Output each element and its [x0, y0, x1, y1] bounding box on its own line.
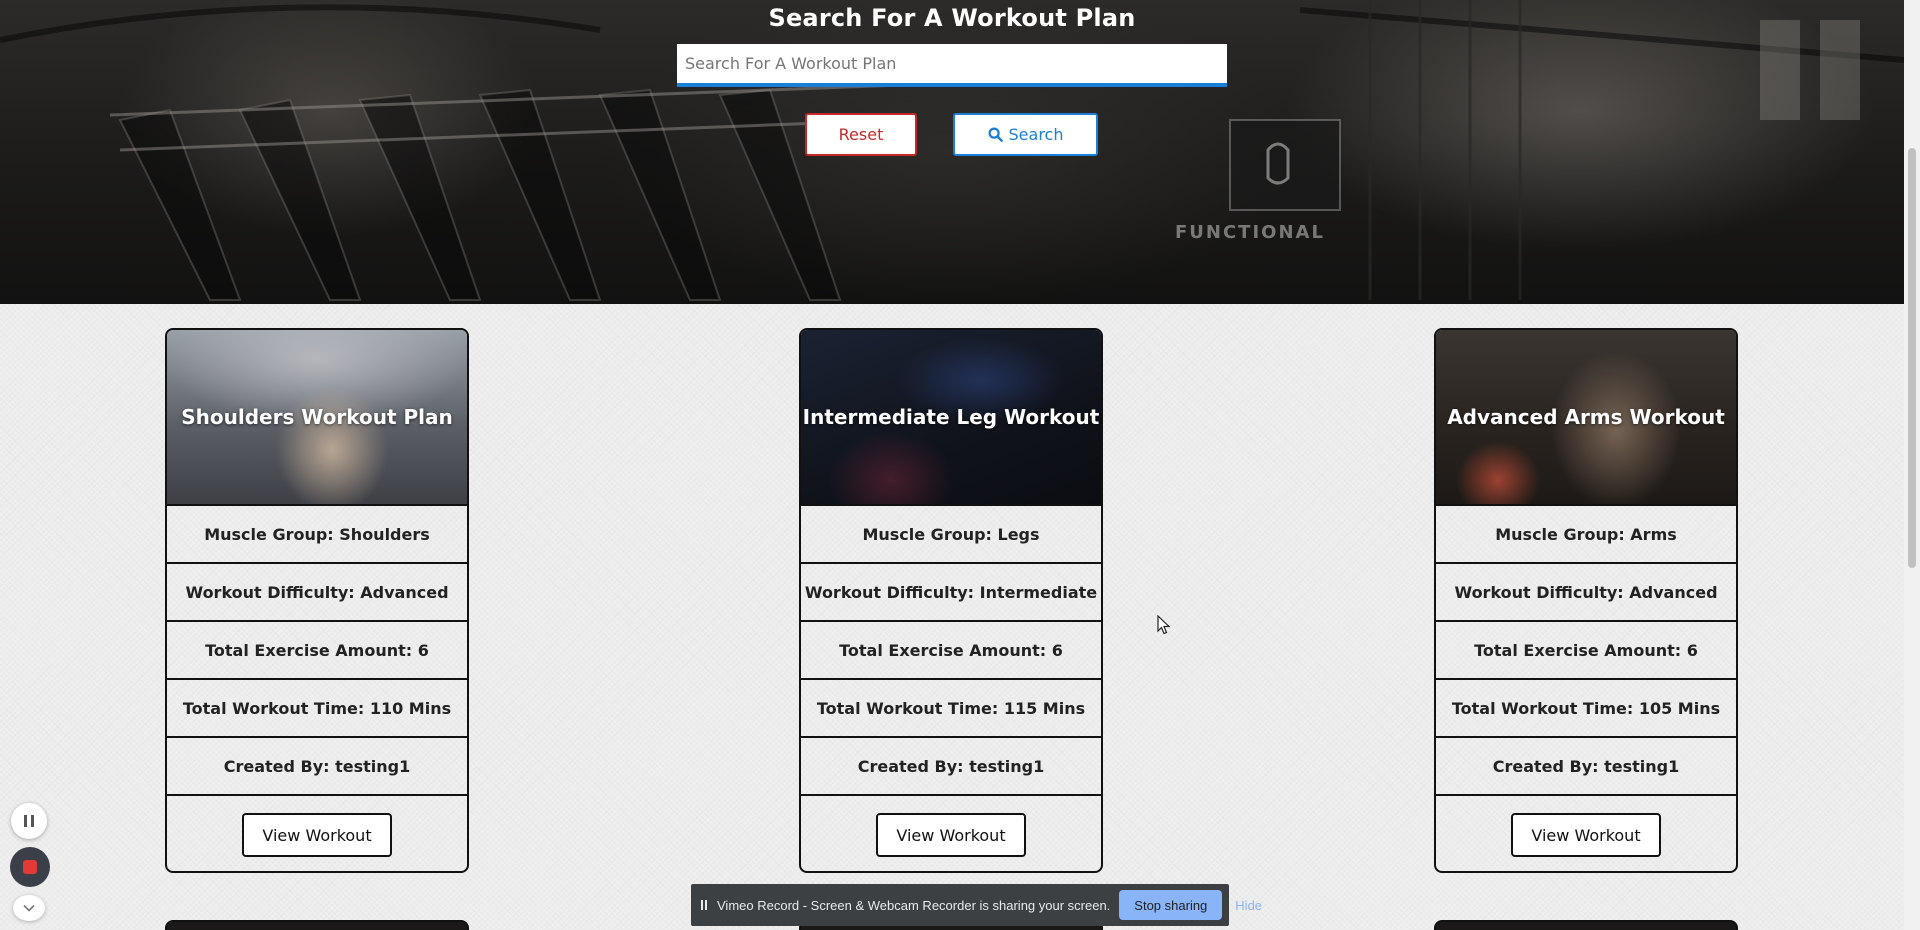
created-by: Created By: testing1: [1436, 738, 1736, 796]
workout-card-partial: [165, 920, 469, 930]
workout-card-image: Advanced Arms Workout: [1436, 330, 1736, 506]
workout-difficulty: Workout Difficulty: Intermediate: [801, 564, 1101, 622]
chevron-down-icon: [23, 904, 35, 912]
workout-time: Total Workout Time: 115 Mins: [801, 680, 1101, 738]
workout-card-image: Intermediate Leg Workout: [801, 330, 1101, 506]
scrollbar-thumb[interactable]: [1908, 148, 1916, 568]
workout-card-footer: View Workout: [801, 796, 1101, 871]
stop-sharing-button[interactable]: Stop sharing: [1119, 890, 1223, 920]
search-button-label: Search: [1008, 125, 1064, 144]
workout-difficulty: Workout Difficulty: Advanced: [167, 564, 467, 622]
workout-card: Advanced Arms Workout Muscle Group: Arms…: [1434, 328, 1738, 873]
page-scrollbar[interactable]: [1904, 0, 1920, 930]
workout-card-footer: View Workout: [167, 796, 467, 871]
muscle-group: Muscle Group: Shoulders: [167, 506, 467, 564]
workout-search-input[interactable]: [677, 44, 1227, 87]
drag-handle-icon[interactable]: [701, 900, 707, 910]
workout-difficulty: Workout Difficulty: Advanced: [1436, 564, 1736, 622]
workout-time: Total Workout Time: 110 Mins: [167, 680, 467, 738]
workout-card-footer: View Workout: [1436, 796, 1736, 871]
pause-icon: [31, 815, 34, 827]
muscle-group: Muscle Group: Legs: [801, 506, 1101, 564]
workout-card-title: Advanced Arms Workout: [1447, 405, 1725, 429]
workout-time: Total Workout Time: 105 Mins: [1436, 680, 1736, 738]
functional-wall-text: FUNCTIONAL: [1175, 222, 1325, 243]
view-workout-button[interactable]: View Workout: [876, 813, 1026, 857]
created-by: Created By: testing1: [801, 738, 1101, 796]
hide-sharing-bar-link[interactable]: Hide: [1235, 898, 1262, 913]
exercise-amount: Total Exercise Amount: 6: [167, 622, 467, 680]
workout-card-partial: [1434, 920, 1738, 930]
pause-icon: [24, 815, 27, 827]
mouse-cursor-icon: [1157, 615, 1171, 635]
exercise-amount: Total Exercise Amount: 6: [1436, 622, 1736, 680]
reset-button[interactable]: Reset: [805, 113, 917, 156]
sharing-status-text: Vimeo Record - Screen & Webcam Recorder …: [717, 897, 1111, 913]
exercise-amount: Total Exercise Amount: 6: [801, 622, 1101, 680]
workout-card: Intermediate Leg Workout Muscle Group: L…: [799, 328, 1103, 873]
search-button[interactable]: Search: [953, 113, 1098, 156]
stop-record-icon: [23, 860, 37, 874]
workout-card: Shoulders Workout Plan Muscle Group: Sho…: [165, 328, 469, 873]
workout-card-title: Shoulders Workout Plan: [181, 405, 453, 429]
view-workout-button[interactable]: View Workout: [242, 813, 392, 857]
screen-sharing-bar: Vimeo Record - Screen & Webcam Recorder …: [691, 884, 1262, 926]
view-workout-button[interactable]: View Workout: [1511, 813, 1661, 857]
reset-button-label: Reset: [838, 125, 884, 144]
muscle-group: Muscle Group: Arms: [1436, 506, 1736, 564]
created-by: Created By: testing1: [167, 738, 467, 796]
workout-card-image: Shoulders Workout Plan: [167, 330, 467, 506]
recorder-collapse-button[interactable]: [13, 895, 45, 921]
hero-banner: FUNCTIONAL Search For A Workout Plan Res…: [0, 0, 1904, 304]
workout-card-title: Intermediate Leg Workout: [802, 405, 1100, 429]
search-icon: [987, 127, 1003, 142]
recording-pause-button[interactable]: [11, 803, 47, 839]
recording-stop-button[interactable]: [10, 847, 50, 887]
page-title: Search For A Workout Plan: [768, 4, 1136, 32]
